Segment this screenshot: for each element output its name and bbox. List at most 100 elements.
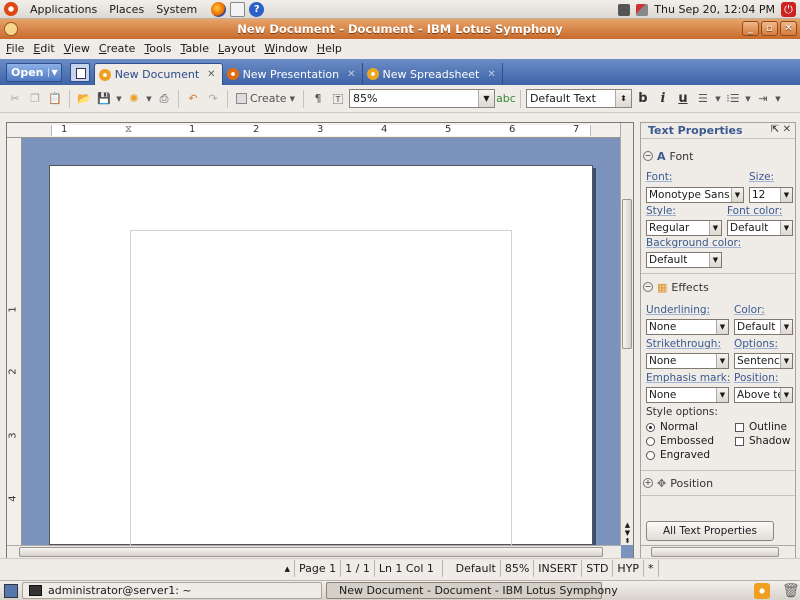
chevron-down-icon[interactable]: ▼ (780, 221, 792, 235)
size-select[interactable]: 12 ▼ (749, 187, 793, 203)
effects-section-header[interactable]: − ▦ Effects (641, 278, 709, 296)
clock[interactable]: Thu Sep 20, 12:04 PM (654, 3, 775, 16)
font-select[interactable]: Monotype Sans W ▼ (646, 187, 744, 203)
status-page[interactable]: Page 1 (295, 559, 342, 577)
align-dropdown-icon[interactable]: ▼ (714, 90, 722, 108)
collapse-icon[interactable]: − (643, 282, 653, 292)
status-zoom[interactable]: 85% (501, 559, 535, 577)
menu-layout[interactable]: Layout (218, 42, 255, 55)
save-icon[interactable]: 💾 (95, 90, 113, 108)
help-icon[interactable]: ? (249, 1, 265, 17)
paste-icon[interactable]: 📋 (46, 90, 64, 108)
scroll-thumb[interactable] (19, 547, 603, 557)
show-desktop-icon[interactable] (4, 583, 18, 598)
bullets-dropdown-icon[interactable]: ▼ (744, 90, 752, 108)
ubuntu-logo-icon[interactable] (4, 2, 18, 16)
chevron-down-icon[interactable]: ▼ (780, 320, 792, 334)
minimize-button[interactable]: _ (742, 21, 759, 36)
spellcheck-icon[interactable]: abc (496, 90, 516, 108)
paragraph-style-combo[interactable]: Default Text ⬍ (525, 89, 632, 108)
export-dropdown-icon[interactable]: ▼ (145, 90, 153, 108)
horizontal-scrollbar[interactable] (7, 545, 621, 558)
strikethrough-select[interactable]: None ▼ (646, 353, 729, 369)
bullets-icon[interactable]: ⁝☰ (724, 90, 742, 108)
checkbox-outline[interactable]: Outline (735, 421, 787, 433)
open-folder-icon[interactable]: 📂 (75, 90, 93, 108)
indent-icon[interactable]: ⇥ (754, 90, 772, 108)
chevron-down-icon[interactable]: ▼ (780, 188, 792, 202)
horizontal-ruler[interactable]: 1 ⧖ 1 2 3 4 5 6 7 (7, 123, 621, 138)
copy-icon[interactable]: ❐ (26, 90, 44, 108)
create-dropdown-icon[interactable]: ▼ (290, 95, 295, 103)
close-tab-icon[interactable]: ✕ (347, 69, 355, 80)
menu-table[interactable]: Table (181, 42, 209, 55)
expand-icon[interactable]: + (643, 478, 653, 488)
all-text-properties-button[interactable]: All Text Properties (646, 521, 774, 541)
applications-menu[interactable]: Applications (30, 3, 97, 16)
case-options-select[interactable]: Sentence ▼ (734, 353, 793, 369)
display-icon[interactable] (618, 3, 631, 16)
close-tab-icon[interactable]: ✕ (207, 69, 215, 80)
align-icon[interactable]: ☰ (694, 90, 712, 108)
collapse-icon[interactable]: − (643, 151, 653, 161)
menu-edit[interactable]: Edit (33, 42, 54, 55)
print-icon[interactable]: ⎙ (155, 90, 173, 108)
underlining-select[interactable]: None ▼ (646, 319, 729, 335)
symphony-launcher-icon[interactable] (754, 582, 770, 599)
tab-new-document[interactable]: New Document ✕ (93, 63, 223, 85)
chevron-down-icon[interactable]: ⬍ (614, 90, 631, 107)
chevron-down-icon[interactable]: ▼ (780, 354, 792, 368)
save-dropdown-icon[interactable]: ▼ (115, 90, 123, 108)
menu-view[interactable]: View (64, 42, 90, 55)
chevron-down-icon[interactable]: ▼ (709, 221, 721, 235)
menu-create[interactable]: Create (99, 42, 136, 55)
taskbar-item-symphony[interactable]: New Document - Document - IBM Lotus Symp… (326, 582, 618, 599)
document-page[interactable] (49, 165, 593, 550)
text-box-icon[interactable]: 🅃 (329, 90, 347, 108)
open-dropdown-icon[interactable]: ▼ (47, 67, 58, 77)
firefox-icon[interactable] (211, 1, 227, 17)
emphasis-position-select[interactable]: Above tex ▼ (734, 387, 793, 403)
style-select[interactable]: Regular ▼ (646, 220, 722, 236)
background-color-select[interactable]: Default ▼ (646, 252, 722, 268)
formatting-marks-icon[interactable]: ¶ (309, 90, 327, 108)
page-thumbnails-icon[interactable] (69, 62, 90, 82)
chevron-down-icon[interactable]: ▼ (780, 388, 792, 402)
menu-file[interactable]: File (6, 42, 24, 55)
menu-help[interactable]: Help (317, 42, 342, 55)
power-icon[interactable]: ⏻ (781, 2, 796, 17)
status-hyperlink-mode[interactable]: HYP (613, 559, 645, 577)
chevron-down-icon[interactable]: ▼ (716, 320, 728, 334)
chevron-down-icon[interactable]: ▼ (716, 354, 728, 368)
chevron-down-icon[interactable]: ▼ (716, 388, 728, 402)
open-button[interactable]: Open ▼ (6, 62, 62, 82)
close-button[interactable]: ✕ (780, 21, 797, 36)
menu-window[interactable]: Window (264, 42, 307, 55)
panel-horizontal-scrollbar[interactable] (641, 545, 795, 558)
status-page-style[interactable]: Default (443, 559, 501, 577)
italic-button[interactable]: i (654, 90, 672, 108)
undo-icon[interactable]: ↶ (184, 90, 202, 108)
window-titlebar[interactable]: New Document - Document - IBM Lotus Symp… (0, 19, 800, 39)
menu-tools[interactable]: Tools (144, 42, 171, 55)
status-insert-mode[interactable]: INSERT (534, 559, 583, 577)
text-boundary[interactable] (130, 230, 512, 550)
scroll-thumb[interactable] (622, 199, 632, 349)
redo-icon[interactable]: ↷ (204, 90, 222, 108)
position-section-header[interactable]: + ✥ Position (641, 474, 713, 492)
cut-icon[interactable]: ✂ (6, 90, 24, 108)
maximize-button[interactable]: ▫ (761, 21, 778, 36)
indent-dropdown-icon[interactable]: ▼ (774, 90, 782, 108)
radio-embossed[interactable]: Embossed (646, 435, 714, 447)
status-selection-mode[interactable]: STD (582, 559, 614, 577)
close-panel-icon[interactable]: ✕ (783, 124, 791, 135)
font-section-header[interactable]: − A Font (641, 147, 693, 165)
network-icon[interactable] (636, 3, 649, 16)
chevron-down-icon[interactable]: ▼ (477, 90, 494, 107)
vertical-ruler[interactable]: 1 2 3 4 (7, 138, 22, 545)
places-menu[interactable]: Places (109, 3, 144, 16)
radio-engraved[interactable]: Engraved (646, 449, 710, 461)
underline-color-select[interactable]: Default ▼ (734, 319, 793, 335)
underline-button[interactable]: u (674, 90, 692, 108)
radio-normal[interactable]: Normal (646, 421, 698, 433)
